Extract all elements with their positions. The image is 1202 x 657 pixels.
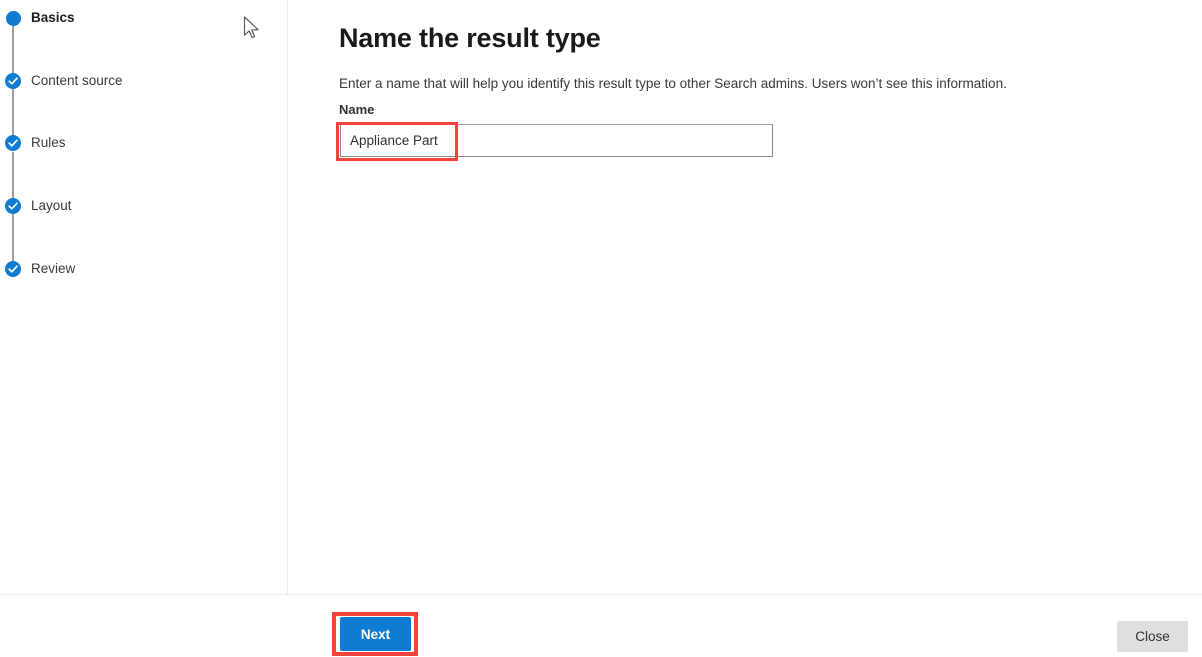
- wizard-content-panel: Name the result type Enter a name that w…: [289, 0, 1202, 594]
- page-title: Name the result type: [339, 23, 601, 54]
- wizard-step-sidebar: Basics Content source Rules Layout Revie…: [0, 0, 288, 594]
- check-circle-icon: [0, 198, 26, 214]
- close-button[interactable]: Close: [1117, 621, 1188, 652]
- name-field-label: Name: [339, 102, 375, 117]
- sidebar-step-label: Layout: [31, 198, 72, 213]
- check-circle-icon: [0, 73, 26, 89]
- step-connector: [12, 26, 14, 73]
- step-connector: [12, 152, 14, 199]
- sidebar-step-label: Basics: [31, 10, 75, 25]
- wizard-footer: [0, 595, 1202, 657]
- page-description: Enter a name that will help you identify…: [339, 75, 1007, 91]
- wizard-dialog: Basics Content source Rules Layout Revie…: [0, 0, 1202, 657]
- next-button[interactable]: Next: [340, 617, 411, 651]
- sidebar-step-layout[interactable]: Layout: [0, 194, 72, 218]
- step-connector: [12, 214, 14, 261]
- sidebar-step-review[interactable]: Review: [0, 257, 75, 281]
- name-input[interactable]: [340, 124, 773, 157]
- sidebar-step-rules[interactable]: Rules: [0, 131, 66, 155]
- sidebar-step-label: Review: [31, 261, 76, 276]
- sidebar-step-label: Content source: [31, 73, 123, 88]
- filled-circle-icon: [0, 10, 26, 26]
- sidebar-step-content-source[interactable]: Content source: [0, 69, 123, 93]
- sidebar-step-basics[interactable]: Basics: [0, 6, 75, 30]
- sidebar-step-label: Rules: [31, 135, 66, 150]
- step-connector: [12, 89, 14, 136]
- check-circle-icon: [0, 135, 26, 151]
- check-circle-icon: [0, 261, 26, 277]
